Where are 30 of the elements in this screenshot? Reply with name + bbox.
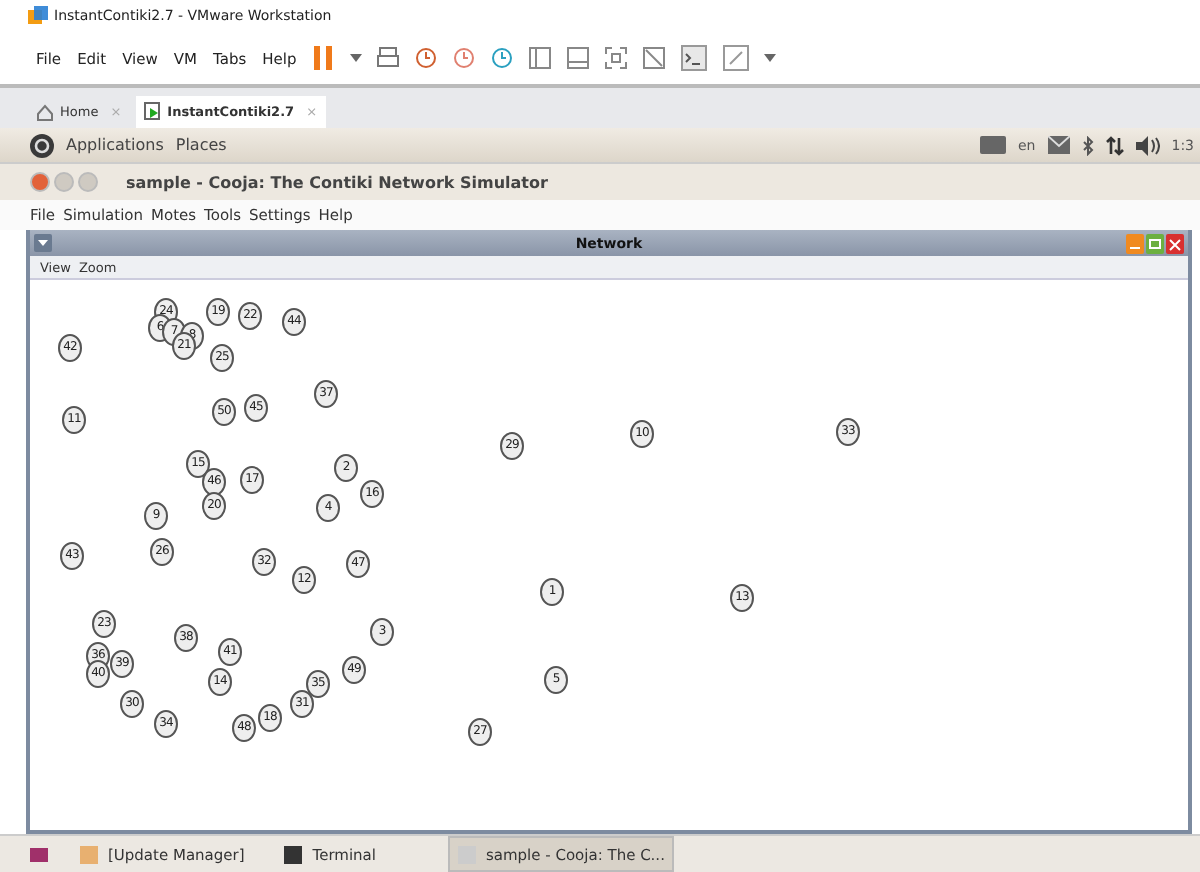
app-title: sample - Cooja: The Contiki Network Simulator [126, 173, 548, 191]
clock-icon[interactable] [414, 46, 439, 70]
maximize-button[interactable] [1146, 233, 1164, 253]
panel-icon[interactable] [566, 46, 591, 70]
ubuntu-logo-icon[interactable] [30, 133, 54, 157]
desktop-icon[interactable] [30, 847, 48, 861]
speaker-icon[interactable] [1135, 135, 1160, 155]
printer-icon[interactable] [376, 46, 401, 70]
panel-icon[interactable] [528, 46, 553, 70]
network-arrows-icon[interactable] [1105, 135, 1124, 155]
minimize-button[interactable] [1126, 233, 1144, 253]
mail-icon[interactable] [1047, 136, 1070, 154]
window-menu-icon[interactable] [34, 234, 52, 252]
clock-icon[interactable] [490, 46, 515, 70]
app-icon [80, 845, 98, 863]
caret-icon[interactable] [764, 52, 777, 64]
pause-icon[interactable] [312, 44, 337, 72]
panel-menu[interactable]: Places [175, 136, 227, 154]
clock-icon[interactable] [452, 46, 477, 70]
keyboard-icon[interactable] [979, 136, 1006, 154]
vmware-logo-icon [28, 6, 48, 26]
vm-play-icon [143, 102, 162, 122]
bluetooth-icon[interactable] [1081, 135, 1094, 155]
panel-menu[interactable]: Applications [66, 136, 164, 154]
close-button[interactable] [30, 172, 50, 192]
caret-icon[interactable] [350, 52, 363, 64]
app-icon [284, 845, 303, 863]
home-icon [36, 103, 54, 121]
terminal-icon[interactable] [680, 44, 709, 72]
close-button[interactable] [1166, 233, 1184, 253]
